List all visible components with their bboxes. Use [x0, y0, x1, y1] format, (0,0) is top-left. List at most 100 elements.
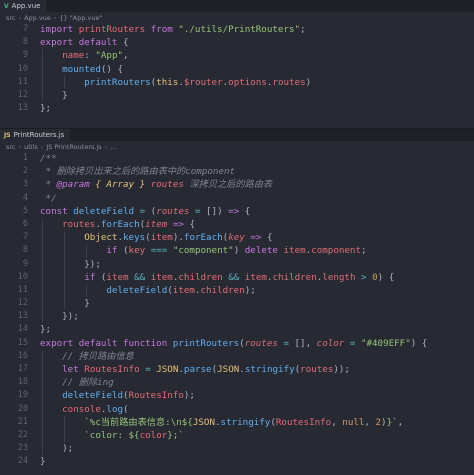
code-text: `%c当前路由表信息:\n${JSON.stringify(RoutesInfo…: [40, 416, 403, 429]
line-number: 16: [17, 350, 28, 361]
code-token: =: [139, 364, 157, 375]
code-token: forEach: [183, 232, 223, 244]
breadcrumb-item[interactable]: App.vue: [24, 14, 51, 22]
code-token: ) {: [410, 337, 428, 349]
code-token: (: [117, 245, 129, 257]
tab-label: PrintRouters.js: [13, 131, 65, 139]
editor-pane-print-routers: JS PrintRouters.js src › utils › JS Prin…: [0, 128, 474, 475]
line-number: 23: [17, 443, 28, 454]
code-token: RoutesInfo: [84, 364, 140, 375]
code-token: ;: [300, 24, 306, 35]
code-line[interactable]: 9 });: [0, 257, 474, 271]
code-token: "./utils/PrintRouters": [178, 24, 301, 35]
code-line[interactable]: 3 * @param { Array } routes 深拷贝之后的路由表: [0, 178, 474, 191]
code-text: deleteField(item.children);: [40, 284, 255, 297]
code-token: Object: [84, 232, 118, 244]
code-line[interactable]: 4 */: [0, 192, 474, 205]
code-line[interactable]: 12 }: [0, 88, 474, 103]
code-token: import: [40, 24, 79, 35]
code-line[interactable]: 24}: [0, 455, 474, 468]
tab-label: App.vue: [11, 2, 41, 10]
code-token: ).: [172, 232, 184, 244]
code-line[interactable]: 13};: [0, 102, 474, 115]
code-line[interactable]: 13 });: [0, 310, 474, 324]
code-line[interactable]: 9 name: "App",: [0, 49, 474, 63]
code-line[interactable]: 10 if (item && item.children && item.chi…: [0, 270, 474, 284]
code-token: });: [40, 258, 101, 270]
code-line[interactable]: 10 mounted() {: [0, 62, 474, 76]
code-token: );: [183, 390, 195, 402]
code-token: });: [40, 311, 79, 323]
breadcrumb-item[interactable]: src: [6, 143, 16, 151]
tab-bar: JS PrintRouters.js: [0, 129, 474, 141]
line-number: 13: [17, 311, 28, 322]
code-text: };: [40, 102, 51, 115]
code-line[interactable]: 6 routes.forEach(item => {: [0, 217, 474, 232]
code-token: { Array }: [95, 179, 146, 191]
code-editor[interactable]: 7 import printRouters from "./utils/Print…: [0, 23, 474, 115]
code-line[interactable]: 1 /**: [0, 152, 474, 165]
tab-print-routers-js[interactable]: JS PrintRouters.js: [0, 129, 71, 141]
code-line[interactable]: 8 if (key === "component") delete item.c…: [0, 244, 474, 258]
breadcrumb-item[interactable]: ...: [110, 143, 116, 151]
breadcrumb-item[interactable]: utils: [24, 143, 38, 151]
code-line[interactable]: 21 `%c当前路由表信息:\n${JSON.stringify(RoutesI…: [0, 415, 474, 429]
code-token: log: [106, 403, 124, 415]
line-number: 8: [22, 37, 28, 48]
code-token: this: [156, 76, 179, 88]
code-text: });: [40, 258, 101, 271]
line-number: 22: [17, 429, 28, 440]
code-text: if (key === "component") delete item.com…: [40, 244, 366, 257]
code-line[interactable]: 20 console.log(: [0, 402, 474, 416]
code-token: */: [40, 192, 57, 204]
code-token: JSON: [156, 364, 179, 375]
code-line[interactable]: 8 export default {: [0, 36, 474, 49]
code-line[interactable]: 23 );: [0, 442, 474, 456]
code-line[interactable]: 15 export default function printRouters(r…: [0, 337, 474, 350]
code-token: ) {: [377, 271, 395, 283]
code-line[interactable]: 11 printRouters(this.$router.options.rou…: [0, 75, 474, 89]
code-line[interactable]: 14};: [0, 323, 474, 336]
breadcrumb: src › utils › JS PrintRouters.js › ...: [0, 141, 474, 152]
js-file-icon: JS: [4, 131, 11, 139]
line-number: 1: [22, 153, 28, 163]
breadcrumb-item[interactable]: JS PrintRouters.js: [46, 143, 101, 151]
tab-app-vue[interactable]: V App.vue: [0, 0, 47, 12]
code-token: item: [244, 271, 267, 283]
code-line[interactable]: 19 deleteField(RoutesInfo);: [0, 389, 474, 403]
code-line[interactable]: 22 `color: ${color};`: [0, 428, 474, 443]
code-token: RoutesInfo: [275, 416, 332, 428]
code-token: ,: [331, 416, 343, 428]
code-editor[interactable]: 1/** 2 * 删除拷贝出来之后的路由表中的component 3 * @para…: [0, 152, 474, 469]
code-line[interactable]: 12 }: [0, 297, 474, 311]
code-line[interactable]: 7 Object.keys(item).forEach(key => {: [0, 231, 474, 245]
code-line[interactable]: 18 // 删除ing: [0, 376, 474, 390]
code-line[interactable]: 17 let RoutesInfo = JSON.parse(JSON.stri…: [0, 363, 474, 377]
code-text: */: [40, 192, 57, 205]
code-token: // 拷贝路由信息: [62, 350, 134, 362]
code-line[interactable]: 11 deleteField(item.children);: [0, 283, 474, 298]
code-token: key: [228, 232, 245, 244]
line-number: 5: [22, 205, 28, 216]
line-number: 24: [17, 456, 28, 467]
code-token: :: [84, 50, 96, 62]
chevron-right-icon: ›: [53, 13, 57, 22]
code-token: []): [206, 205, 229, 217]
code-line[interactable]: 2 * 删除拷贝出来之后的路由表中的component: [0, 165, 474, 178]
breadcrumb-item[interactable]: {} "App.vue": [59, 14, 102, 22]
line-number: 10: [17, 271, 28, 282]
code-line[interactable]: 16 // 拷贝路由信息: [0, 349, 474, 363]
line-number: 21: [17, 416, 28, 427]
editor-pane-app-vue: V App.vue src › App.vue › {} "App.vue" 7…: [0, 0, 474, 128]
code-token: (: [95, 271, 107, 283]
code-line[interactable]: 5 const deleteField = (routes = []) => {: [0, 205, 474, 218]
code-line[interactable]: 7 import printRouters from "./utils/Print…: [0, 23, 474, 36]
code-token: export default: [40, 37, 123, 49]
breadcrumb-item[interactable]: src: [6, 14, 16, 22]
code-token: key: [128, 245, 146, 257]
